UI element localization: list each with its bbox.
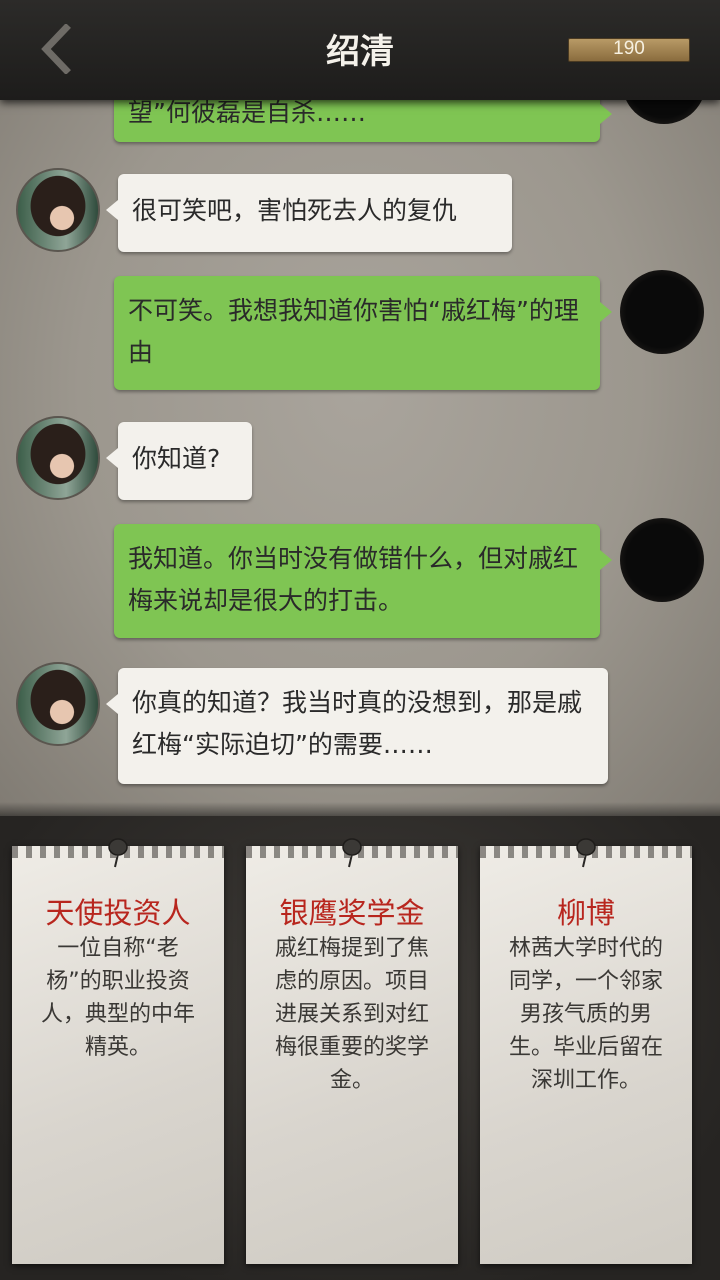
chat-bubble-sent: 我知道。你当时没有做错什么，但对戚红梅来说却是很大的打击。 bbox=[114, 524, 612, 638]
contact-avatar[interactable] bbox=[16, 662, 100, 746]
chat-bubble-received: 你真的知道？我当时真的没想到，那是戚红梅“实际迫切”的需要…… bbox=[106, 668, 608, 784]
player-avatar bbox=[622, 100, 706, 124]
chat-bubble-sent: 不可笑。我想我知道你害怕“戚红梅”的理由 bbox=[114, 276, 612, 390]
message-text: 你知道? bbox=[132, 444, 221, 473]
coin-count: 190 bbox=[613, 38, 645, 59]
contact-avatar[interactable] bbox=[16, 168, 100, 252]
pushpin-icon bbox=[108, 838, 128, 868]
player-avatar bbox=[620, 270, 704, 354]
clue-card-title: 柳博 bbox=[556, 896, 615, 930]
pushpin-icon bbox=[342, 838, 362, 868]
clue-card-title: 天使投资人 bbox=[45, 896, 191, 930]
clue-card-title: 银鹰奖学金 bbox=[279, 896, 425, 930]
message-text: 望”何彼磊是自杀…… bbox=[128, 100, 366, 127]
chat-area[interactable]: 望”何彼磊是自杀…… 很可笑吧，害怕死去人的复仇 不可笑。我想我知道你害怕“戚红… bbox=[0, 100, 720, 816]
contact-avatar[interactable] bbox=[16, 416, 100, 500]
chat-bubble-received: 很可笑吧，害怕死去人的复仇 bbox=[106, 174, 512, 252]
clue-card[interactable]: 柳博 林茜大学时代的同学，一个邻家男孩气质的男生。毕业后留在深圳工作。 bbox=[480, 838, 692, 1264]
clue-card-text: 戚红梅提到了焦虑的原因。项目进展关系到对红梅很重要的奖学金。 bbox=[274, 936, 429, 1093]
chat-bubble-sent: 望”何彼磊是自杀…… bbox=[114, 100, 612, 142]
message-text: 你真的知道？我当时真的没想到，那是戚红梅“实际迫切”的需要…… bbox=[132, 688, 583, 759]
message-text: 很可笑吧，害怕死去人的复仇 bbox=[132, 196, 458, 225]
coin-counter: 190 bbox=[568, 38, 690, 62]
clue-card[interactable]: 天使投资人 一位自称“老杨”的职业投资人，典型的中年精英。 bbox=[12, 838, 224, 1264]
top-bar: 绍清 190 bbox=[0, 0, 720, 100]
pushpin-icon bbox=[576, 838, 596, 868]
message-text: 不可笑。我想我知道你害怕“戚红梅”的理由 bbox=[128, 296, 579, 367]
clue-card-panel: 天使投资人 一位自称“老杨”的职业投资人，典型的中年精英。 银鹰奖学金 戚红梅提… bbox=[0, 816, 720, 1280]
message-text: 我知道。你当时没有做错什么，但对戚红梅来说却是很大的打击。 bbox=[128, 544, 579, 615]
chat-bubble-received: 你知道? bbox=[106, 422, 252, 500]
clue-card-text: 一位自称“老杨”的职业投资人，典型的中年精英。 bbox=[40, 936, 195, 1060]
player-avatar bbox=[620, 518, 704, 602]
clue-card-text: 林茜大学时代的同学，一个邻家男孩气质的男生。毕业后留在深圳工作。 bbox=[508, 936, 663, 1093]
clue-card[interactable]: 银鹰奖学金 戚红梅提到了焦虑的原因。项目进展关系到对红梅很重要的奖学金。 bbox=[246, 838, 458, 1264]
